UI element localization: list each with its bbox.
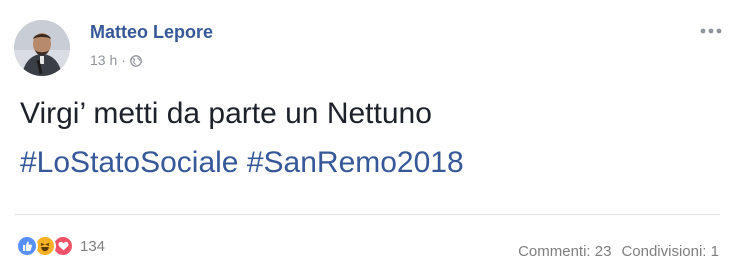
ellipsis-icon: [700, 28, 722, 34]
comments-count-link[interactable]: Commenti: 23: [518, 243, 611, 260]
post-timestamp[interactable]: 13 h: [90, 52, 117, 68]
divider: [14, 214, 720, 215]
hashtag-lostatosociale[interactable]: #LoStatoSociale: [20, 146, 239, 179]
hashtag-sanremo2018[interactable]: #SanRemo2018: [247, 146, 464, 179]
meta-separator: ·: [121, 52, 126, 68]
stats-spacer: [611, 243, 621, 260]
author-avatar[interactable]: [14, 20, 70, 76]
post-hashtags: #LoStatoSociale #SanRemo2018: [20, 145, 464, 181]
post-stats: Commenti: 23 Condivisioni: 1: [518, 243, 719, 260]
post-meta: 13 h ·: [90, 52, 142, 68]
shares-count-link[interactable]: Condivisioni: 1: [621, 243, 719, 260]
post-text: Virgi’ metti da parte un Nettuno: [20, 97, 432, 130]
reactions-summary[interactable]: 134: [16, 235, 105, 257]
author-name[interactable]: Matteo Lepore: [90, 22, 213, 43]
like-icon: [16, 235, 38, 257]
globe-icon[interactable]: [130, 54, 142, 67]
reaction-count: 134: [80, 237, 106, 255]
avatar-photo: [14, 20, 70, 76]
more-options-button[interactable]: [694, 22, 728, 40]
facebook-post: Matteo Lepore 13 h · Virgi’ metti da par…: [0, 0, 735, 266]
